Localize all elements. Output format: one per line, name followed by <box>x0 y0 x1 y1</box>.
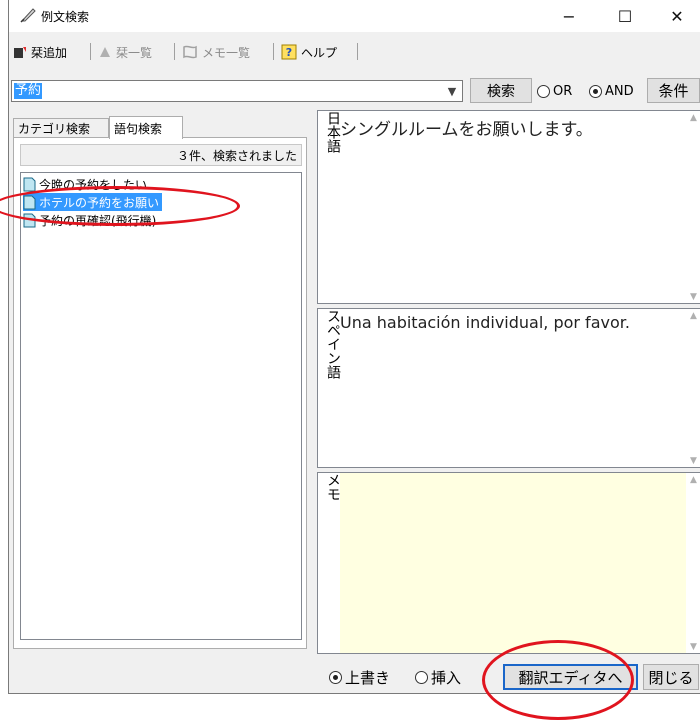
help-button[interactable]: ? ヘルプ <box>281 42 337 62</box>
spanish-pane: スペイン語 Una habitación individual, por fav… <box>317 308 700 468</box>
chevron-down-icon[interactable]: ▼ <box>444 83 460 99</box>
insert-radio[interactable]: 挿入 <box>415 666 461 688</box>
and-radio-circle[interactable] <box>589 84 602 98</box>
left-panel: カテゴリ検索 語句検索 ３件、検索されました 今晩の予約をしたい ホテルの予約を… <box>9 110 313 654</box>
toolbar-divider <box>273 43 274 60</box>
japanese-text[interactable]: シングルルームをお願いします。 <box>340 115 686 140</box>
toolbar-divider <box>90 43 91 60</box>
bookmark-list-icon <box>100 47 110 57</box>
maximize-icon: ☐ <box>617 6 633 26</box>
list-item-label: 予約の再確認(飛行機) <box>39 213 157 228</box>
close-icon: ✕ <box>670 6 684 26</box>
list-item-label: ホテルの予約をお願い <box>39 195 160 210</box>
scroll-up-icon[interactable]: ▲ <box>687 111 700 124</box>
list-item[interactable]: 予約の再確認(飛行機) <box>23 211 159 229</box>
spanish-text[interactable]: Una habitación individual, por favor. <box>340 313 686 332</box>
or-radio-label: OR <box>553 83 573 99</box>
add-bookmark-button[interactable]: 栞追加 <box>13 42 67 62</box>
scroll-up-icon[interactable]: ▲ <box>687 473 700 486</box>
japanese-label: 日本語 <box>325 111 341 153</box>
help-icon: ? <box>281 44 297 60</box>
scroll-down-icon[interactable]: ▼ <box>687 290 700 303</box>
memo-list-button[interactable]: メモ一覧 <box>182 42 250 62</box>
example-search-window: 例文検索 − ☐ ✕ 栞追加 栞一覧 メモ一覧 ? ヘルプ 予約 ▼ 検索 OR… <box>8 0 700 694</box>
memo-list-icon <box>183 45 197 59</box>
search-button[interactable]: 検索 <box>470 78 532 103</box>
right-panel: 日本語 シングルルームをお願いします。 ▲ ▼ スペイン語 Una habita… <box>317 110 700 654</box>
memo-scrollbar[interactable]: ▲ ▼ <box>687 473 700 653</box>
minimize-icon: − <box>562 6 576 26</box>
conditions-button[interactable]: 条件 <box>647 78 700 103</box>
insert-radio-circle[interactable] <box>415 670 428 684</box>
and-radio-label: AND <box>605 83 634 99</box>
overwrite-label: 上書き <box>345 668 391 687</box>
list-item[interactable]: 今晩の予約をしたい <box>23 175 150 193</box>
document-icon <box>23 195 36 209</box>
translate-editor-button[interactable]: 翻訳エディタへ <box>503 664 638 690</box>
scroll-down-icon[interactable]: ▼ <box>687 640 700 653</box>
overwrite-radio-circle[interactable] <box>329 670 342 684</box>
maximize-button[interactable]: ☐ <box>603 0 647 32</box>
or-radio-circle[interactable] <box>537 84 550 98</box>
memo-label: メモ <box>325 473 341 501</box>
insert-label: 挿入 <box>431 668 462 687</box>
search-row: 予約 ▼ 検索 OR AND 条件 <box>9 78 700 104</box>
close-button[interactable]: 閉じる <box>643 664 699 690</box>
bookmark-list-button[interactable]: 栞一覧 <box>98 42 152 62</box>
add-bookmark-label: 栞追加 <box>31 45 68 60</box>
overwrite-radio[interactable]: 上書き <box>329 666 390 688</box>
memo-pane: メモ ▲ ▼ <box>317 472 700 654</box>
document-icon <box>23 213 36 227</box>
list-item-label: 今晩の予約をしたい <box>39 177 148 192</box>
toolbar: 栞追加 栞一覧 メモ一覧 ? ヘルプ <box>9 40 700 64</box>
title-bar: 例文検索 − ☐ ✕ <box>9 0 700 32</box>
results-list[interactable]: 今晩の予約をしたい ホテルの予約をお願い 予約の再確認(飛行機) <box>20 172 302 640</box>
document-icon <box>23 177 36 191</box>
quill-pen-icon <box>20 8 36 23</box>
japanese-pane: 日本語 シングルルームをお願いします。 ▲ ▼ <box>317 110 700 304</box>
bottom-bar: 上書き 挿入 翻訳エディタへ 閉じる <box>9 662 700 692</box>
or-radio[interactable]: OR <box>537 80 572 102</box>
toolbar-divider <box>174 43 175 60</box>
bookmark-add-icon <box>14 47 26 58</box>
svg-text:?: ? <box>286 46 292 59</box>
phrase-search-page: ３件、検索されました 今晩の予約をしたい ホテルの予約をお願い 予約の再確認(飛… <box>13 137 307 649</box>
minimize-button[interactable]: − <box>547 0 591 32</box>
search-input[interactable]: 予約 <box>14 83 43 99</box>
japanese-scrollbar[interactable]: ▲ ▼ <box>687 111 700 303</box>
search-combobox[interactable]: 予約 ▼ <box>11 80 463 102</box>
scroll-up-icon[interactable]: ▲ <box>687 309 700 322</box>
and-radio[interactable]: AND <box>589 80 634 102</box>
tab-phrase-search[interactable]: 語句検索 <box>109 116 183 139</box>
toolbar-divider <box>357 43 358 60</box>
tab-category-search[interactable]: カテゴリ検索 <box>13 118 109 138</box>
memo-textarea[interactable] <box>340 473 686 653</box>
scroll-down-icon[interactable]: ▼ <box>687 454 700 467</box>
close-window-button[interactable]: ✕ <box>655 0 699 32</box>
help-label: ヘルプ <box>301 45 338 60</box>
result-count: ３件、検索されました <box>20 144 302 166</box>
spanish-scrollbar[interactable]: ▲ ▼ <box>687 309 700 467</box>
window-title: 例文検索 <box>41 10 90 24</box>
memo-list-label: メモ一覧 <box>202 45 251 60</box>
bookmark-list-label: 栞一覧 <box>116 45 153 60</box>
spanish-label: スペイン語 <box>325 309 341 379</box>
list-item[interactable]: ホテルの予約をお願い <box>23 193 163 211</box>
